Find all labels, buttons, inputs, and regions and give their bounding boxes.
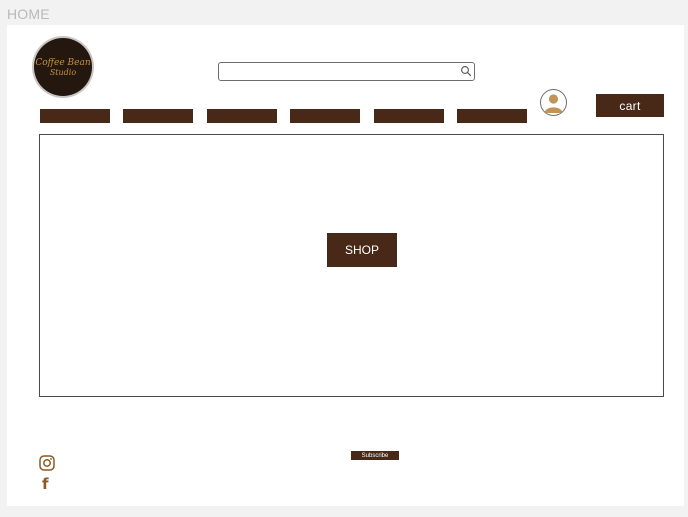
- nav-item-5[interactable]: [374, 109, 444, 123]
- shop-button[interactable]: SHOP: [327, 233, 397, 267]
- search-icon[interactable]: [460, 65, 472, 77]
- nav-item-6[interactable]: [457, 109, 527, 123]
- nav-item-4[interactable]: [290, 109, 360, 123]
- cart-button[interactable]: cart: [596, 94, 664, 117]
- user-icon: [544, 94, 563, 113]
- hero-banner: SHOP: [39, 134, 664, 397]
- nav-item-3[interactable]: [207, 109, 277, 123]
- nav-item-1[interactable]: [40, 109, 110, 123]
- instagram-icon[interactable]: [39, 455, 55, 471]
- account-button[interactable]: [540, 89, 567, 116]
- search-input[interactable]: [219, 65, 460, 82]
- subscribe-button[interactable]: Subscribe: [351, 451, 399, 460]
- logo-text-line2: Studio: [49, 67, 77, 77]
- nav-item-2[interactable]: [123, 109, 193, 123]
- search-bar[interactable]: [218, 62, 475, 82]
- facebook-icon[interactable]: f: [42, 475, 49, 493]
- logo-text-line1: Coffee Bean: [35, 57, 91, 68]
- brand-logo[interactable]: Coffee Bean Studio: [34, 38, 92, 96]
- page-frame: Coffee Bean Studio cart SHOP Subscribe f: [7, 25, 684, 506]
- page-label: HOME: [7, 6, 50, 22]
